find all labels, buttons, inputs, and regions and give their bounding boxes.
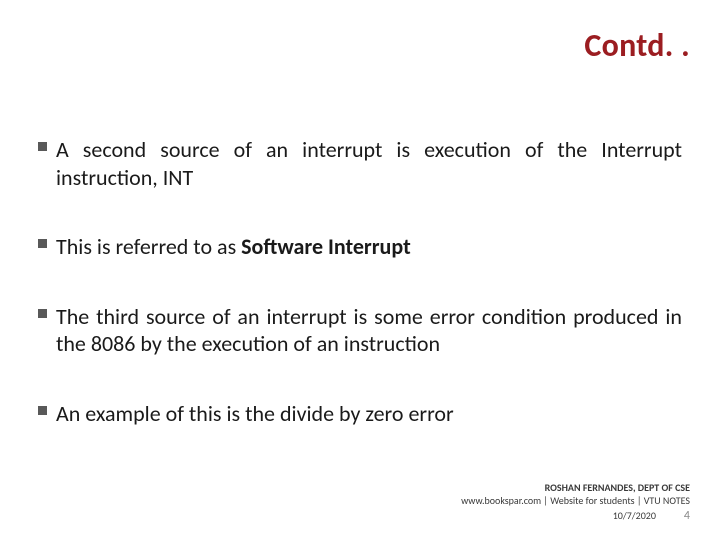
bullet-marker-icon [38, 142, 47, 151]
footer-site: www.bookspar.com | Website for students … [461, 495, 690, 508]
bullet-marker-icon [38, 309, 47, 318]
bullet-marker-icon [38, 406, 47, 415]
bullet-text-pre: The third source of an interrupt is some… [56, 303, 682, 358]
footer-author: ROSHAN FERNANDES, DEPT OF CSE [461, 482, 690, 495]
bullet-item: The third source of an interrupt is some… [38, 303, 682, 358]
bullet-marker-icon [38, 239, 47, 248]
slide: Contd. . A second source of an interrupt… [0, 0, 720, 540]
footer-date: 10/7/2020 [613, 510, 656, 523]
slide-body: A second source of an interrupt is execu… [38, 136, 682, 469]
slide-footer: ROSHAN FERNANDES, DEPT OF CSE www.booksp… [461, 482, 690, 524]
slide-title: Contd. . [584, 26, 690, 65]
bullet-text-bold: Software Interrupt [241, 233, 411, 260]
bullet-text-pre: A second source of an interrupt is execu… [56, 136, 682, 191]
bullet-item: An example of this is the divide by zero… [38, 400, 682, 428]
bullet-item: A second source of an interrupt is execu… [38, 136, 682, 191]
bullet-text-pre: An example of this is the divide by zero… [56, 400, 454, 427]
footer-page-number: 4 [684, 509, 690, 524]
bullet-text-pre: This is referred to as [56, 233, 241, 260]
footer-meta: 10/7/2020 4 [461, 509, 690, 524]
bullet-item: This is referred to as Software Interrup… [38, 233, 682, 261]
